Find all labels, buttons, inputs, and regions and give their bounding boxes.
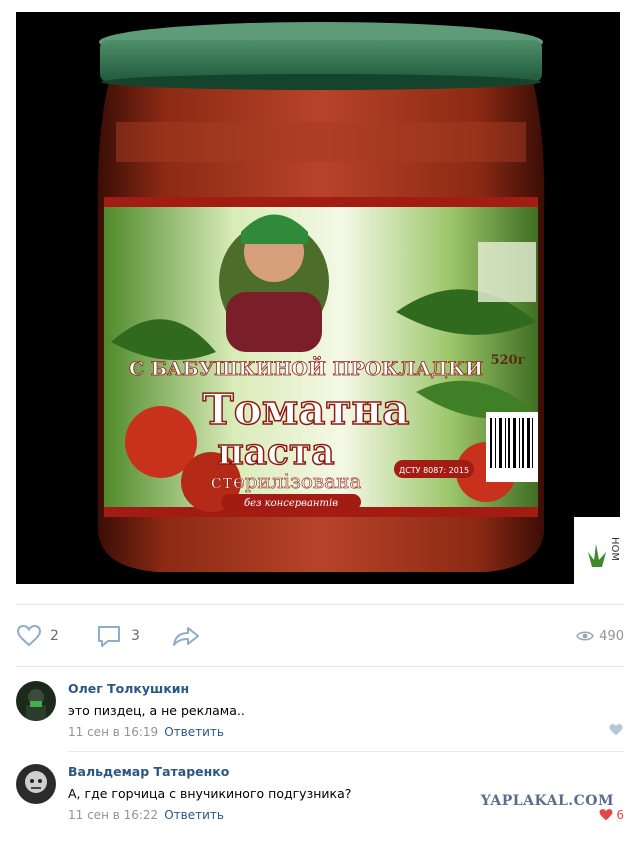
comment-likes-count: 6: [616, 808, 624, 822]
share-button[interactable]: [172, 620, 200, 652]
comment-text: это пиздец, а не реклама..: [68, 703, 245, 718]
post-actions: 2 3 490: [16, 620, 624, 652]
divider: [68, 751, 624, 752]
tomato-paste-jar-image: С БАБУШКИНОЙ ПРОКЛАДКИ Томатна паста сте…: [97, 22, 620, 584]
like-button[interactable]: 2: [16, 620, 59, 652]
side-watermark-text: НОМ: [609, 537, 620, 561]
label-main-1: Томатна: [203, 385, 410, 434]
reply-link[interactable]: Ответить: [164, 808, 224, 822]
eye-icon: [576, 631, 595, 641]
reply-link[interactable]: Ответить: [164, 725, 224, 739]
label-dstu: ДСТУ 8087: 2015: [399, 466, 469, 475]
label-weight: 520г: [490, 353, 525, 368]
comment-time[interactable]: 11 сен в 16:19: [68, 725, 158, 739]
divider: [16, 666, 624, 667]
comment-meta: 11 сен в 16:19 Ответить: [68, 725, 224, 739]
heart-icon: [599, 809, 613, 821]
label-main-2: паста: [217, 431, 334, 473]
comments-count: 3: [131, 628, 140, 644]
site-watermark: YAPLAKAL.COM: [480, 793, 614, 809]
share-icon: [173, 627, 199, 646]
comment-button[interactable]: 3: [96, 620, 140, 652]
heart-icon: [16, 624, 42, 647]
comment-meta: 11 сен в 16:22 Ответить: [68, 808, 224, 822]
views-counter: 490: [576, 620, 624, 652]
comment-like-button[interactable]: [608, 723, 624, 737]
label-top-text: С БАБУШКИНОЙ ПРОКЛАДКИ: [129, 356, 483, 380]
comment-author[interactable]: Олег Толкушкин: [68, 681, 189, 696]
likes-count: 2: [50, 628, 59, 644]
comment-time[interactable]: 11 сен в 16:22: [68, 808, 158, 822]
comment-text: А, где горчица с внучикиного подгузника?: [68, 786, 352, 801]
divider: [16, 604, 624, 605]
label-small: без консервантів: [244, 498, 338, 509]
comment-item: Олег Толкушкин это пиздец, а не реклама.…: [16, 681, 624, 761]
comment-author[interactable]: Вальдемар Татаренко: [68, 764, 229, 779]
heart-icon: [609, 724, 623, 736]
views-count: 490: [599, 628, 624, 644]
comment-like-button[interactable]: 6: [598, 808, 624, 822]
comment-icon: [98, 626, 120, 647]
post-photo[interactable]: С БАБУШКИНОЙ ПРОКЛАДКИ Томатна паста сте…: [16, 12, 620, 584]
label-sub: стерилізована: [211, 469, 362, 493]
avatar[interactable]: [16, 681, 56, 721]
avatar[interactable]: [16, 764, 56, 804]
